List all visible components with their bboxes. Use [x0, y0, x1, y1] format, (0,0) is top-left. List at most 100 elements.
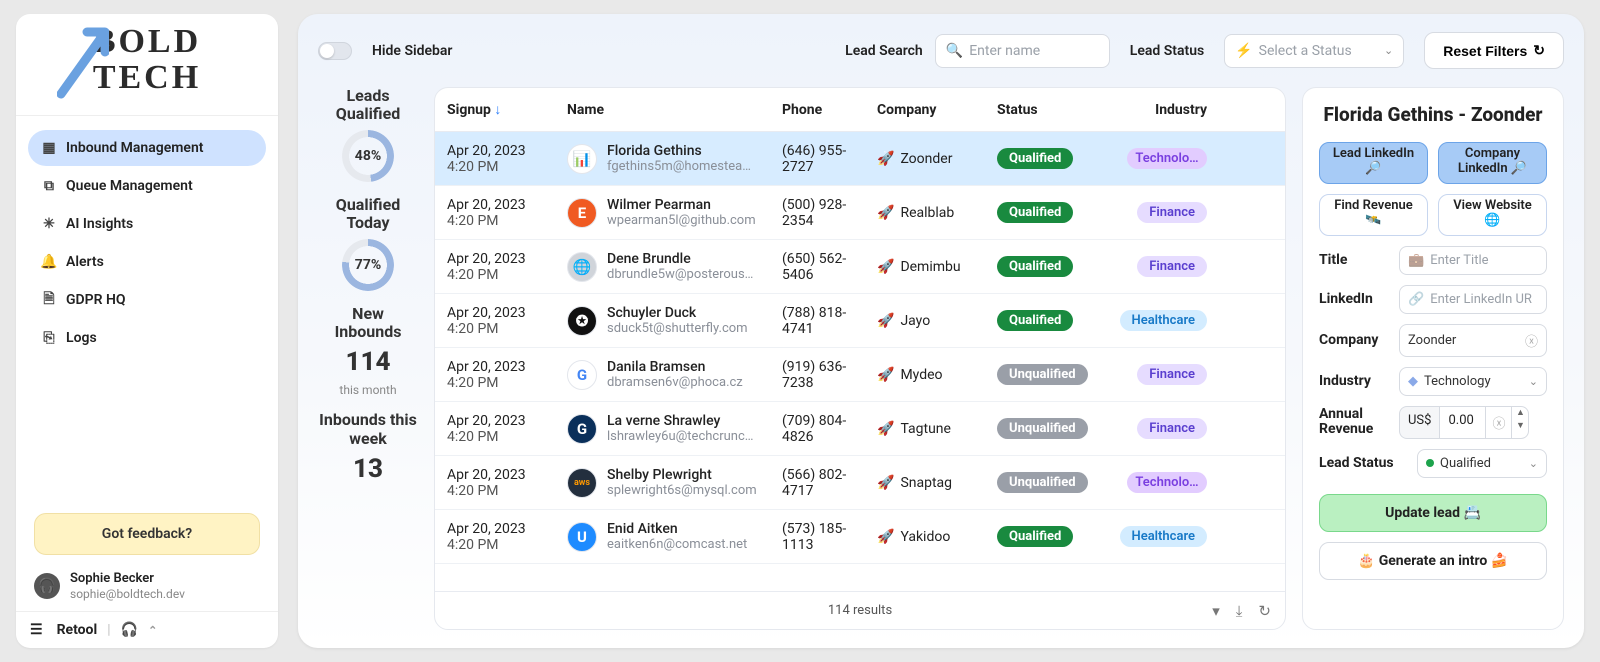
field-company-label: Company — [1319, 332, 1391, 348]
cell-company: 🚀Jayo — [877, 313, 997, 329]
refresh-icon: ↻ — [1533, 42, 1545, 59]
view-website-button[interactable]: View Website 🌐 — [1438, 194, 1547, 236]
sidebar-item-inbound[interactable]: ▦ Inbound Management — [28, 130, 266, 166]
generate-intro-button[interactable]: 🎂 Generate an intro 🍰 — [1319, 542, 1547, 580]
company-logo-icon: 📊 — [567, 144, 597, 174]
cell-name: G La verne Shrawley lshrawley6u@techcrun… — [567, 413, 782, 444]
table-row[interactable]: Apr 20, 20234:20 PM ✪ Schuyler Duck sduc… — [435, 294, 1285, 348]
sort-down-icon: ↓ — [494, 102, 501, 118]
step-up-icon[interactable]: ▲ — [1512, 407, 1528, 420]
cell-signup: Apr 20, 20234:20 PM — [447, 197, 567, 229]
link-icon: 🔗 — [1408, 292, 1424, 307]
revenue-stepper[interactable]: US$ 0.00 ⓧ ▲ ▼ — [1399, 406, 1529, 439]
cell-company: 🚀Snaptag — [877, 475, 997, 491]
sidebar-item-label: Alerts — [66, 254, 104, 270]
cell-status: Qualified — [997, 310, 1107, 331]
update-lead-button[interactable]: Update lead 📇 — [1319, 494, 1547, 532]
arrow-up-icon — [57, 22, 109, 108]
chevron-up-icon[interactable]: ⌃ — [148, 624, 157, 637]
lead-status-select[interactable]: ⚡ Select a Status ⌄ — [1224, 34, 1404, 68]
hide-sidebar-toggle[interactable] — [318, 42, 352, 60]
revenue-value[interactable]: 0.00 — [1439, 406, 1485, 439]
cell-status: Unqualified — [997, 364, 1107, 385]
table-row[interactable]: Apr 20, 20234:20 PM aws Shelby Plewright… — [435, 456, 1285, 510]
table-row[interactable]: Apr 20, 20234:20 PM G La verne Shrawley … — [435, 402, 1285, 456]
cell-phone: (709) 804-4826 — [782, 413, 877, 445]
cell-status: Unqualified — [997, 418, 1107, 439]
clear-icon[interactable]: ⓧ — [1485, 406, 1511, 439]
company-logo-icon: U — [567, 522, 597, 552]
sidebar-item-logs[interactable]: ⎘ Logs — [28, 320, 266, 356]
col-status[interactable]: Status — [997, 102, 1107, 118]
find-revenue-button[interactable]: Find Revenue 🛰️ — [1319, 194, 1428, 236]
user-email: sophie@boldtech.dev — [70, 587, 185, 601]
industry-select[interactable]: ◆ Technology ⌄ — [1399, 367, 1547, 396]
search-icon: 🔍 — [946, 43, 963, 59]
cell-signup: Apr 20, 20234:20 PM — [447, 251, 567, 283]
cell-name: 📊 Florida Gethins fgethins5m@homestea… — [567, 143, 782, 174]
cell-industry: Finance — [1107, 364, 1207, 385]
chevron-down-icon: ⌄ — [1529, 457, 1538, 470]
metric-qualified-today-value: 77% — [355, 257, 381, 273]
sidebar-item-ai[interactable]: ✳ AI Insights — [28, 206, 266, 242]
cell-company: 🚀Tagtune — [877, 421, 997, 437]
field-revenue-label: Annual Revenue — [1319, 407, 1391, 438]
headphones-icon[interactable]: 🎧 — [121, 622, 138, 638]
sidebar-item-alerts[interactable]: 🔔 Alerts — [28, 244, 266, 280]
cell-name: aws Shelby Plewright splewright6s@mysql.… — [567, 467, 782, 498]
refresh-icon[interactable]: ↻ — [1258, 602, 1271, 620]
col-phone[interactable]: Phone — [782, 102, 877, 118]
leads-table: Signup ↓ Name Phone Company Status Indus… — [434, 87, 1286, 630]
cell-signup: Apr 20, 20234:20 PM — [447, 521, 567, 553]
sidebar-item-gdpr[interactable]: 🗎 GDPR HQ — [28, 282, 266, 318]
lead-linkedin-button[interactable]: Lead LinkedIn 🔎 — [1319, 142, 1428, 184]
terminal-icon: ⎘ — [40, 329, 58, 347]
table-row[interactable]: Apr 20, 20234:20 PM G Danila Bramsen dbr… — [435, 348, 1285, 402]
footer-brand[interactable]: Retool — [57, 622, 98, 638]
table-row[interactable]: Apr 20, 20234:20 PM E Wilmer Pearman wpe… — [435, 186, 1285, 240]
results-label: 114 results — [828, 603, 892, 618]
company-logo-icon: aws — [567, 468, 597, 498]
cell-company: 🚀Demimbu — [877, 259, 997, 275]
current-user[interactable]: 🎧 Sophie Becker sophie@boldtech.dev — [16, 571, 278, 611]
metrics-column: Leads Qualified 48% Qualified Today 77% … — [318, 87, 418, 630]
table-row[interactable]: Apr 20, 20234:20 PM 📊 Florida Gethins fg… — [435, 132, 1285, 186]
cell-name: ✪ Schuyler Duck sduck5t@shutterfly.com — [567, 305, 782, 336]
table-row[interactable]: Apr 20, 20234:20 PM U Enid Aitken eaitke… — [435, 510, 1285, 564]
retool-icon: ☰ — [30, 622, 43, 638]
title-input[interactable]: 💼 Enter Title — [1399, 246, 1547, 275]
reset-filters-button[interactable]: Reset Filters ↻ — [1424, 32, 1564, 69]
table-row[interactable]: Apr 20, 20234:20 PM 🌐 Dene Brundle dbrun… — [435, 240, 1285, 294]
col-signup[interactable]: Signup ↓ — [447, 101, 567, 118]
status-select[interactable]: Qualified ⌄ — [1417, 449, 1547, 478]
sidebar-item-queue[interactable]: ⧉ Queue Management — [28, 168, 266, 204]
feedback-button[interactable]: Got feedback? — [34, 513, 260, 555]
download-icon[interactable]: ⤓ — [1236, 602, 1243, 620]
lead-detail-panel: Florida Gethins - Zoonder Lead LinkedIn … — [1302, 87, 1564, 630]
col-company[interactable]: Company — [877, 102, 997, 118]
cell-signup: Apr 20, 20234:20 PM — [447, 467, 567, 499]
cell-phone: (646) 955-2727 — [782, 143, 877, 175]
company-linkedin-button[interactable]: Company LinkedIn 🔎 — [1438, 142, 1547, 184]
rocket-icon: 🚀 — [877, 475, 894, 491]
table-header: Signup ↓ Name Phone Company Status Indus… — [435, 88, 1285, 132]
cell-name: G Danila Bramsen dbramsen6v@phoca.cz — [567, 359, 782, 390]
metric-leads-qualified-ring: 48% — [342, 130, 394, 182]
company-input[interactable]: Zoonder ⓧ — [1399, 324, 1547, 357]
rocket-icon: 🚀 — [877, 151, 894, 167]
field-status-label: Lead Status — [1319, 455, 1409, 471]
col-name[interactable]: Name — [567, 102, 782, 118]
linkedin-input[interactable]: 🔗 Enter LinkedIn UR — [1399, 285, 1547, 314]
cell-phone: (919) 636-7238 — [782, 359, 877, 391]
cell-name: 🌐 Dene Brundle dbrundle5w@posterous… — [567, 251, 782, 282]
step-down-icon[interactable]: ▼ — [1512, 420, 1528, 433]
company-logo-icon: E — [567, 198, 597, 228]
col-industry[interactable]: Industry — [1107, 102, 1207, 118]
company-logo-icon: G — [567, 360, 597, 390]
cell-industry: Technolo… — [1107, 472, 1207, 493]
filter-icon[interactable]: ▾ — [1212, 602, 1220, 620]
cell-company: 🚀Realblab — [877, 205, 997, 221]
lead-search-input[interactable]: 🔍 Enter name — [935, 34, 1110, 68]
clear-icon[interactable]: ⓧ — [1525, 331, 1538, 350]
company-logo-icon: G — [567, 414, 597, 444]
